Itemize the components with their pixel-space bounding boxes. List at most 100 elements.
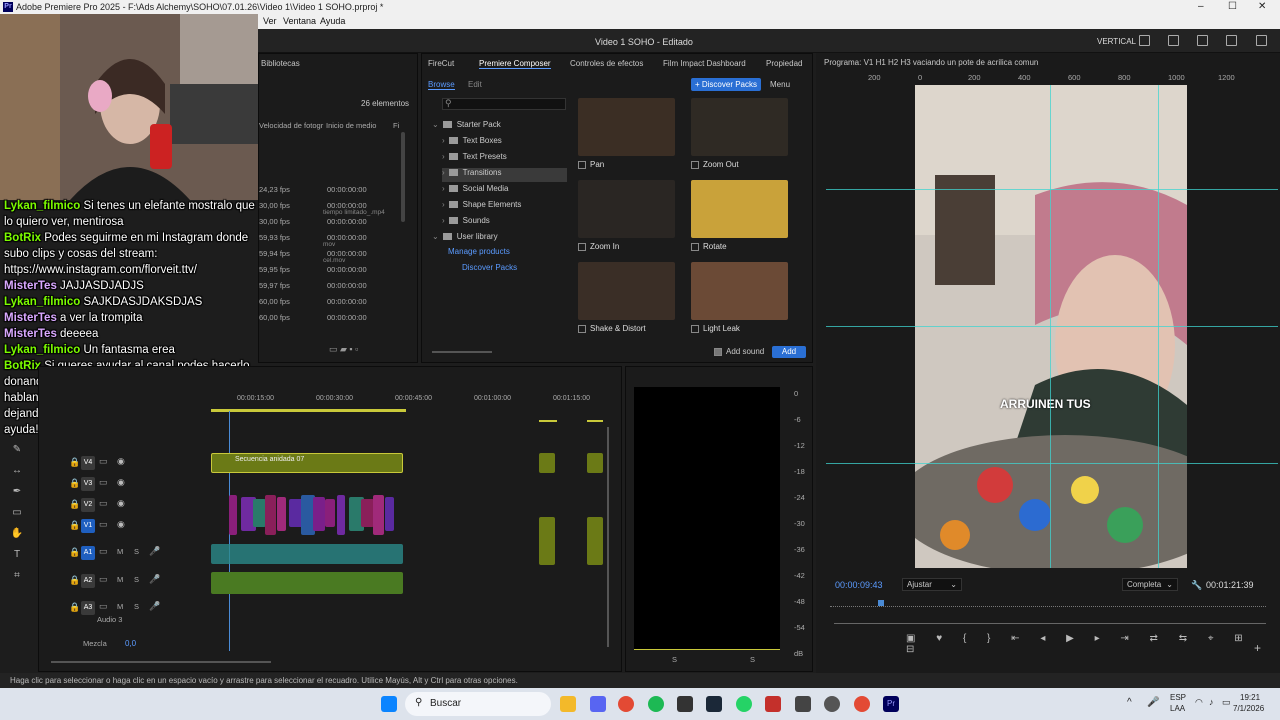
video-clip[interactable] xyxy=(337,495,345,535)
razor-tool-icon[interactable]: ✎ xyxy=(10,444,24,456)
col-fi[interactable]: Fi xyxy=(393,121,399,130)
chrome-icon[interactable] xyxy=(618,696,634,712)
fit-dropdown[interactable]: Ajustar ⌄ xyxy=(902,578,962,591)
video-clip[interactable] xyxy=(277,497,286,531)
add-button-icon[interactable]: + xyxy=(1254,641,1261,655)
tree-item[interactable]: › Transitions xyxy=(442,168,567,182)
end-clip[interactable] xyxy=(587,517,603,565)
video-clip[interactable] xyxy=(229,495,237,535)
lock-icon[interactable]: 🔒 xyxy=(69,547,80,558)
project-row[interactable]: tiempo limitado_.mp4 30,00 fps 00:00:00:00 xyxy=(259,209,405,230)
timeline-vscroll[interactable] xyxy=(607,427,609,647)
lock-icon[interactable]: 🔒 xyxy=(69,520,80,531)
solo-button[interactable]: S xyxy=(134,575,139,584)
preset-checkbox[interactable] xyxy=(578,160,586,169)
tab-edit[interactable]: Edit xyxy=(468,80,482,89)
menu-ver[interactable]: Ver xyxy=(263,16,277,26)
app-icon[interactable] xyxy=(677,696,693,712)
layout-icon[interactable] xyxy=(1139,35,1150,46)
composer-tab[interactable]: FireCut xyxy=(428,59,454,68)
obs-icon[interactable] xyxy=(824,696,840,712)
track-target-v2[interactable]: V2 xyxy=(81,498,95,512)
fullscreen-icon[interactable] xyxy=(1256,35,1267,46)
preset-thumbnail[interactable] xyxy=(691,98,788,156)
preset-thumbnail[interactable] xyxy=(578,98,675,156)
mute-button[interactable]: M xyxy=(117,575,123,584)
sync-icon[interactable]: ▭ xyxy=(99,477,108,488)
track-target-a1[interactable]: A1 xyxy=(81,546,95,560)
project-row[interactable]: 59,97 fps 00:00:00:00 xyxy=(259,280,405,294)
battery-icon[interactable]: ▭ xyxy=(1222,697,1231,708)
video-clip[interactable] xyxy=(385,497,394,531)
new-bin-icon[interactable]: ▭ ▰ ▪ ▫ xyxy=(329,344,358,355)
track-target-v3[interactable]: V3 xyxy=(81,477,95,491)
sync-icon[interactable]: ▭ xyxy=(99,574,108,585)
solo-button[interactable]: S xyxy=(134,602,139,611)
preset-label[interactable]: Zoom Out xyxy=(691,160,788,169)
end-clip[interactable] xyxy=(539,453,555,473)
spotify-icon[interactable] xyxy=(648,696,664,712)
tab-browse[interactable]: Browse xyxy=(428,80,455,90)
discord-icon[interactable] xyxy=(590,696,606,712)
taskbar-search[interactable]: ⚲ Buscar xyxy=(405,692,551,716)
type-tool-icon[interactable]: T xyxy=(10,549,24,561)
eye-icon[interactable]: ◉ xyxy=(117,498,125,509)
track-target-v1[interactable]: V1 xyxy=(81,519,95,533)
tab-bibliotecas[interactable]: Bibliotecas xyxy=(261,59,300,68)
tree-item[interactable]: › Text Presets xyxy=(442,152,567,166)
zoom-slider[interactable] xyxy=(432,351,492,353)
chrome-icon-2[interactable] xyxy=(854,696,870,712)
project-row[interactable]: 24,23 fps 00:00:00:00 xyxy=(259,184,405,198)
mic-icon[interactable]: 🎤 xyxy=(149,546,160,557)
lock-icon[interactable]: 🔒 xyxy=(69,499,80,510)
track-target-a3[interactable]: A3 xyxy=(81,601,95,615)
pen-tool-icon[interactable]: ✒ xyxy=(10,486,24,498)
preset-label[interactable]: Pan xyxy=(578,160,675,169)
composer-tab[interactable]: Premiere Composer xyxy=(479,59,551,69)
preset-label[interactable]: Rotate xyxy=(691,242,788,251)
program-title[interactable]: Programa: V1 H1 H2 H3 vaciando un pote d… xyxy=(824,58,1038,67)
end-clip[interactable] xyxy=(587,453,603,473)
manage-products-link[interactable]: Manage products xyxy=(448,247,510,256)
caption-tool-icon[interactable]: ⌗ xyxy=(10,570,24,582)
preset-checkbox[interactable] xyxy=(578,324,586,333)
mini-playhead[interactable] xyxy=(878,600,884,606)
track-target-v4[interactable]: V4 xyxy=(81,456,95,470)
preset-checkbox[interactable] xyxy=(578,242,586,251)
eye-icon[interactable]: ◉ xyxy=(117,456,125,467)
mute-button[interactable]: M xyxy=(117,602,123,611)
workspace-vertical[interactable]: VERTICAL xyxy=(1097,37,1136,46)
col-start[interactable]: Inicio de medio xyxy=(326,121,376,130)
work-area-bar[interactable] xyxy=(211,409,406,412)
col-fps[interactable]: Velocidad de fotogr xyxy=(259,121,323,130)
lock-icon[interactable]: 🔒 xyxy=(69,478,80,489)
preset-label[interactable]: Zoom In xyxy=(578,242,675,251)
minimize-icon[interactable]: – xyxy=(1198,1,1204,12)
mic-icon[interactable]: 🎤 xyxy=(1147,697,1159,708)
whatsapp-icon[interactable] xyxy=(736,696,752,712)
preset-checkbox[interactable] xyxy=(691,160,699,169)
menu-button[interactable]: Menu xyxy=(770,80,790,89)
clock-time[interactable]: 19:21 xyxy=(1240,693,1260,702)
windows-start-icon[interactable] xyxy=(381,696,397,712)
voice-icon[interactable] xyxy=(765,696,781,712)
transport-controls[interactable]: ▣ ♥ { } ⇤ ◂ ▶ ▸ ⇥ ⇄ ⇆ ⌖ ⊞ ⊟ xyxy=(906,633,1280,655)
preset-thumbnail[interactable] xyxy=(691,180,788,238)
wifi-icon[interactable]: ◠ xyxy=(1195,697,1203,708)
menu-ventana[interactable]: Ventana xyxy=(283,16,316,26)
video-clip[interactable] xyxy=(325,499,335,527)
tree-item[interactable]: › Sounds xyxy=(442,216,567,230)
quality-dropdown[interactable]: Completa ⌄ xyxy=(1122,578,1178,591)
wrench-icon[interactable]: 🔧 xyxy=(1191,580,1202,591)
expand-icon[interactable] xyxy=(1226,35,1237,46)
sync-icon[interactable]: ▭ xyxy=(99,546,108,557)
search-input[interactable]: ⚲ xyxy=(442,98,566,110)
share-icon[interactable] xyxy=(1168,35,1179,46)
timeline-scroll[interactable] xyxy=(51,661,271,663)
mic-icon[interactable]: 🎤 xyxy=(149,601,160,612)
add-button[interactable]: Add xyxy=(772,346,806,358)
preset-thumbnail[interactable] xyxy=(578,180,675,238)
sync-icon[interactable]: ▭ xyxy=(99,456,108,467)
caption-text[interactable]: ARRUINEN TUS xyxy=(1000,397,1091,411)
preset-checkbox[interactable] xyxy=(691,324,699,333)
